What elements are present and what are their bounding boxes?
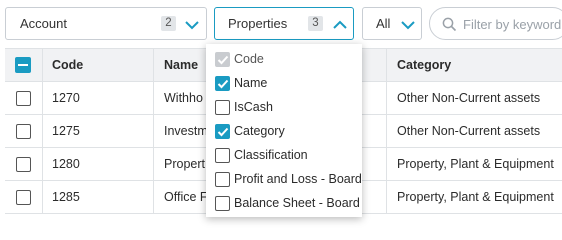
cell-category: Property, Plant & Equipment [386,148,562,180]
search-icon [442,17,457,32]
property-checkbox-iscash[interactable] [215,99,230,115]
property-checkbox-classification[interactable] [215,147,230,163]
property-option-balance-sheet-board[interactable]: Balance Sheet - Board [206,191,362,215]
check-icon [217,79,229,88]
cell-category: Other Non-Current assets [386,82,562,114]
row-select-cell [5,181,41,213]
property-checkbox-profit-and-loss-board[interactable] [215,171,230,187]
check-icon [217,127,229,136]
property-option-name[interactable]: Name [206,71,362,95]
chevron-down-icon[interactable] [400,17,416,33]
account-dropdown-label: Account [20,16,67,31]
column-header-code[interactable]: Code [42,49,152,81]
cell-code: 1275 [42,115,152,147]
property-option-label: Category [234,124,285,138]
property-option-iscash[interactable]: IsCash [206,95,362,119]
property-option-label: Name [234,76,268,90]
account-count-badge: 2 [161,16,176,31]
row-select-cell [5,82,41,114]
property-option-label: Balance Sheet - Board [234,196,360,210]
all-dropdown[interactable]: All [362,7,422,40]
properties-count-badge: 3 [308,16,323,31]
row-select-cell [5,115,41,147]
check-icon [217,55,229,64]
properties-dropdown[interactable]: Properties 3 [214,7,354,40]
chevron-up-icon[interactable] [332,17,348,33]
account-dropdown[interactable]: Account 2 [5,7,207,40]
row-checkbox[interactable] [15,123,31,139]
search-input[interactable]: Filter by keyword [429,7,562,40]
row-checkbox[interactable] [15,90,31,106]
row-checkbox[interactable] [15,189,31,205]
filter-bar: Account 2 Properties 3 All Filter by key… [0,0,562,46]
cell-category: Property, Plant & Equipment [386,181,562,213]
cell-category: Other Non-Current assets [386,115,562,147]
all-dropdown-label: All [376,16,391,31]
property-option-label: IsCash [234,100,273,114]
property-option-label: Code [234,52,264,66]
property-option-code[interactable]: Code [206,47,362,71]
row-select-cell [5,148,41,180]
property-option-classification[interactable]: Classification [206,143,362,167]
property-option-category[interactable]: Category [206,119,362,143]
column-header-category[interactable]: Category [386,49,562,81]
row-checkbox[interactable] [15,156,31,172]
property-checkbox-code [215,51,230,67]
property-option-label: Profit and Loss - Board [234,172,362,186]
cell-code: 1285 [42,181,152,213]
property-option-profit-and-loss-board[interactable]: Profit and Loss - Board [206,167,362,191]
chevron-down-icon[interactable] [184,17,200,33]
select-all-cell [5,49,41,81]
properties-dropdown-label: Properties [228,16,288,31]
property-checkbox-category[interactable] [215,123,230,139]
select-all-checkbox[interactable] [15,57,31,73]
properties-menu: Code Name IsCash Category Classification… [206,44,362,217]
cell-code: 1280 [42,148,152,180]
property-checkbox-name[interactable] [215,75,230,91]
search-placeholder: Filter by keyword [463,17,562,32]
property-option-label: Classification [234,148,308,162]
property-checkbox-balance-sheet-board[interactable] [215,195,230,211]
cell-code: 1270 [42,82,152,114]
